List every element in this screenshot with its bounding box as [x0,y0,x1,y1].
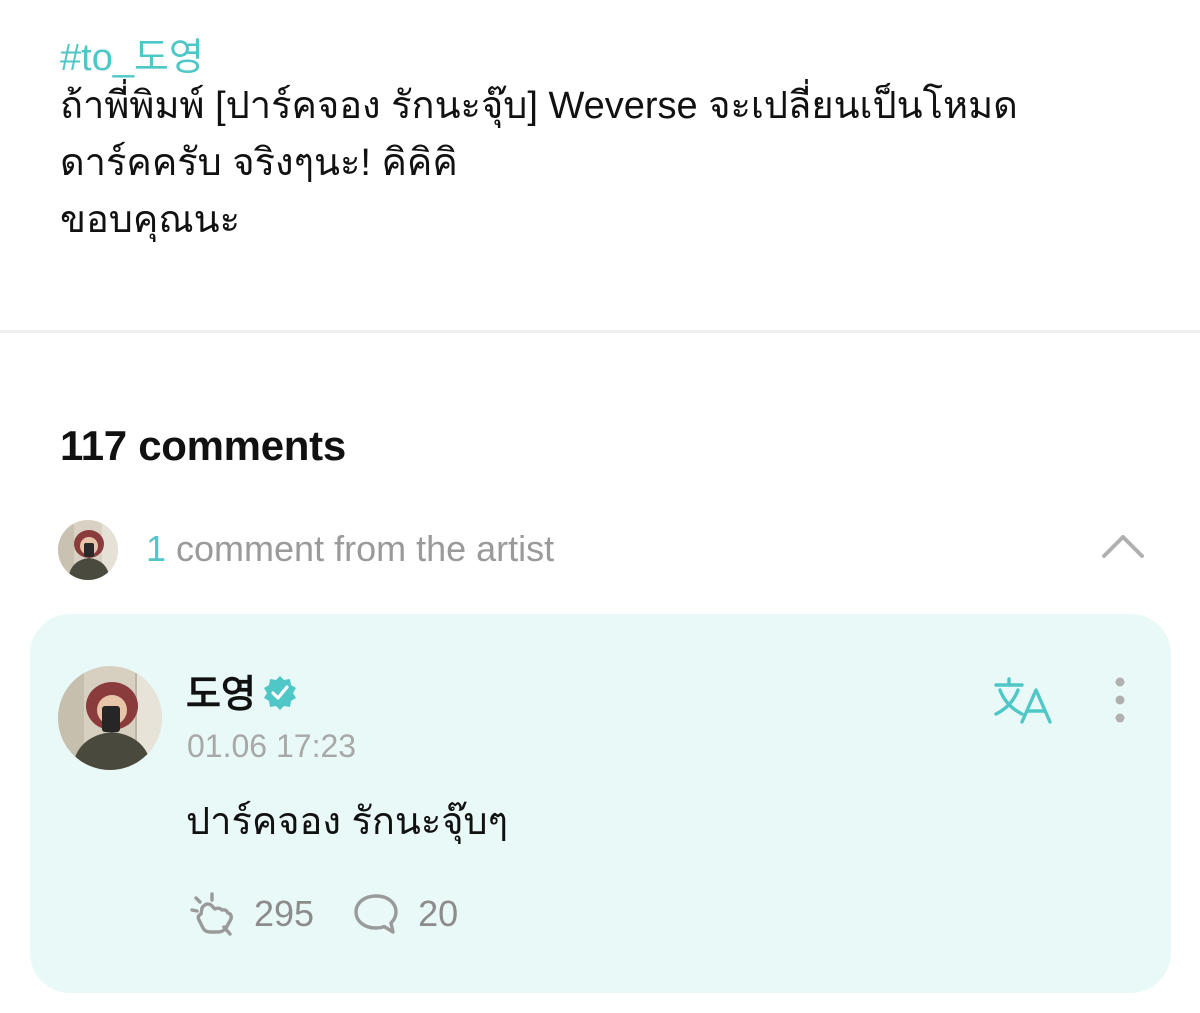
like-icon [186,890,238,938]
more-vertical-icon[interactable] [1104,676,1136,726]
post-page: #to_도영 ถ้าพี่พิมพ์ [ปาร์คจอง รักนะจุ๊บ] … [0,0,1200,1013]
post-body-line: ถ้าพี่พิมพ์ [ปาร์คจอง รักนะจุ๊บ] Weverse… [60,85,1018,127]
artist-avatar [58,520,118,580]
comment-author: 도영 [186,668,298,716]
comment-author-avatar[interactable] [58,666,162,770]
post-body-line: ขอบคุณนะ [60,199,240,241]
comment-author-name[interactable]: 도영 [186,663,256,718]
artist-comment-summary: 1 comment from the artist [146,528,554,570]
reply-count: 20 [418,893,459,934]
verified-badge-icon [262,674,298,710]
comment-timestamp: 01.06 17:23 [187,728,357,764]
like-button[interactable]: 295 [186,890,314,938]
comments-count-heading: 117 comments [60,422,346,469]
like-count: 295 [254,893,315,934]
translate-icon[interactable] [992,676,1054,726]
post-hashtag-link[interactable]: #to_도영 [60,26,204,81]
artist-comment-card: 도영 01.06 17:23 ปาร์คจอง รักนะจุ๊บๆ 295 2… [30,614,1171,993]
post-body-line: ดาร์คครับ จริงๆนะ! คิคิคิ [60,142,458,184]
artist-comments-toggle[interactable]: 1 comment from the artist [56,518,1152,580]
chevron-up-icon[interactable] [1100,530,1146,560]
post-body: ถ้าพี่พิมพ์ [ปาร์คจอง รักนะจุ๊บ] Weverse… [60,78,1160,249]
artist-comment-label: comment from the artist [166,528,555,569]
reply-bubble-icon [350,890,402,938]
comment-actions: 295 20 [186,890,458,938]
artist-comment-count: 1 [146,528,167,569]
reply-button[interactable]: 20 [350,890,458,938]
section-divider [0,330,1200,333]
comment-text: ปาร์คจอง รักนะจุ๊บๆ [186,801,509,843]
